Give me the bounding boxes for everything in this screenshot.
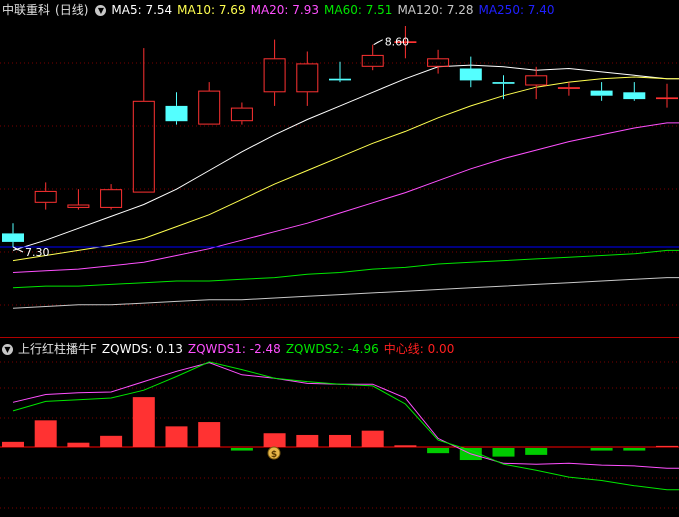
candle-body (263, 58, 286, 93)
svg-text:$: $ (271, 450, 277, 460)
money-bag-icon: $ (267, 446, 281, 460)
candle-body (2, 233, 24, 242)
ma250-value: MA250: 7.40 (478, 3, 555, 17)
period-label: (日线) (55, 3, 89, 17)
zqwds-bar (361, 430, 384, 447)
candle-body (361, 54, 384, 67)
candles (2, 26, 678, 247)
candle-body (165, 105, 188, 122)
zqwds-bar (427, 448, 450, 454)
candle-body (492, 82, 515, 84)
main-grid (0, 62, 679, 306)
zqwds-bar (623, 448, 646, 451)
main-legend: 中联重科 (日线) ▼ MA5: 7.54 MA10: 7.69 MA20: 7… (2, 1, 560, 19)
ma5-value: MA5: 7.54 (111, 3, 173, 17)
chart-canvas[interactable]: 8.60 7.30 $ (0, 0, 679, 517)
stock-name: 中联重科 (2, 3, 51, 17)
zqwds-bar (230, 448, 253, 451)
candle (34, 182, 57, 210)
ma60-value: MA60: 7.51 (324, 3, 393, 17)
zqwds-bar (132, 397, 155, 447)
candle (656, 83, 678, 108)
candle (165, 92, 188, 125)
candle (132, 48, 155, 193)
candle-body (590, 90, 613, 96)
zqwds-bar (329, 434, 351, 447)
ma10-value: MA10: 7.69 (177, 3, 246, 17)
ma10-line (12, 76, 679, 262)
candle-body (329, 78, 351, 81)
zqwds-bar (656, 445, 678, 447)
candle (623, 82, 646, 101)
ma20-line (12, 122, 679, 273)
zqwds2-line (12, 361, 679, 491)
candle (590, 82, 613, 101)
candle-body (525, 75, 548, 86)
candle (492, 75, 515, 100)
chevron-down-icon[interactable]: ▼ (95, 4, 107, 16)
candle-body (623, 92, 646, 100)
high-label: 8.60 (385, 36, 410, 49)
zqwds-value: ZQWDS: 0.13 (101, 342, 183, 356)
candle-body (198, 90, 221, 125)
candle (459, 56, 482, 88)
candle-body (67, 204, 90, 208)
zqwds-bar (67, 442, 90, 447)
price-annotations: 8.60 7.30 (12, 36, 410, 259)
zqwds-bar (263, 433, 286, 447)
zqwds1-line (12, 362, 679, 469)
zqwds-bar (34, 420, 57, 447)
candle (263, 39, 286, 106)
candle-body (132, 100, 155, 193)
zqwds-bar (296, 434, 319, 447)
zqwds-bar (590, 448, 613, 451)
center-line-value: 中心线: 0.00 (383, 342, 455, 356)
ma20-value: MA20: 7.93 (250, 3, 320, 17)
candle (198, 82, 221, 125)
candle (100, 184, 123, 210)
zqwds2-value: ZQWDS2: -4.96 (285, 342, 379, 356)
candle-body (427, 58, 450, 67)
candle (361, 44, 384, 71)
candle (557, 82, 580, 96)
candle (329, 61, 351, 83)
zqwds1-value: ZQWDS1: -2.48 (187, 342, 281, 356)
candle-body (100, 189, 123, 208)
zqwds-bar (394, 445, 417, 447)
chevron-down-icon[interactable]: ▼ (2, 343, 13, 355)
low-label: 7.30 (25, 246, 50, 259)
ma120-value: MA120: 7.28 (397, 3, 474, 17)
zqwds-bar (198, 422, 221, 447)
zqwds-bar (100, 435, 123, 447)
zqwds-bar (2, 441, 24, 447)
indicator-name: 上行红柱播牛F (18, 342, 97, 356)
candle-body (656, 97, 678, 100)
candle (67, 189, 90, 210)
high-pointer (373, 39, 383, 46)
candle (2, 223, 24, 247)
sub-legend: ▼ 上行红柱播牛F ZQWDS: 0.13 ZQWDS1: -2.48 ZQWD… (2, 340, 459, 358)
ma120-line (12, 277, 679, 309)
candle (525, 66, 548, 100)
candle (230, 102, 253, 125)
candle-body (34, 190, 57, 203)
candle (427, 49, 450, 74)
candle-body (230, 107, 253, 122)
candle-body (296, 63, 319, 93)
zqwds-bars (2, 397, 678, 461)
zqwds-bar (492, 448, 515, 457)
zqwds-lines (12, 361, 679, 491)
ma-lines (0, 64, 679, 309)
candle-body (557, 87, 580, 89)
candle-body (459, 68, 482, 81)
zqwds-bar (165, 426, 188, 447)
candle (296, 51, 319, 106)
zqwds-bar (525, 448, 548, 455)
ma5-line (12, 64, 679, 251)
